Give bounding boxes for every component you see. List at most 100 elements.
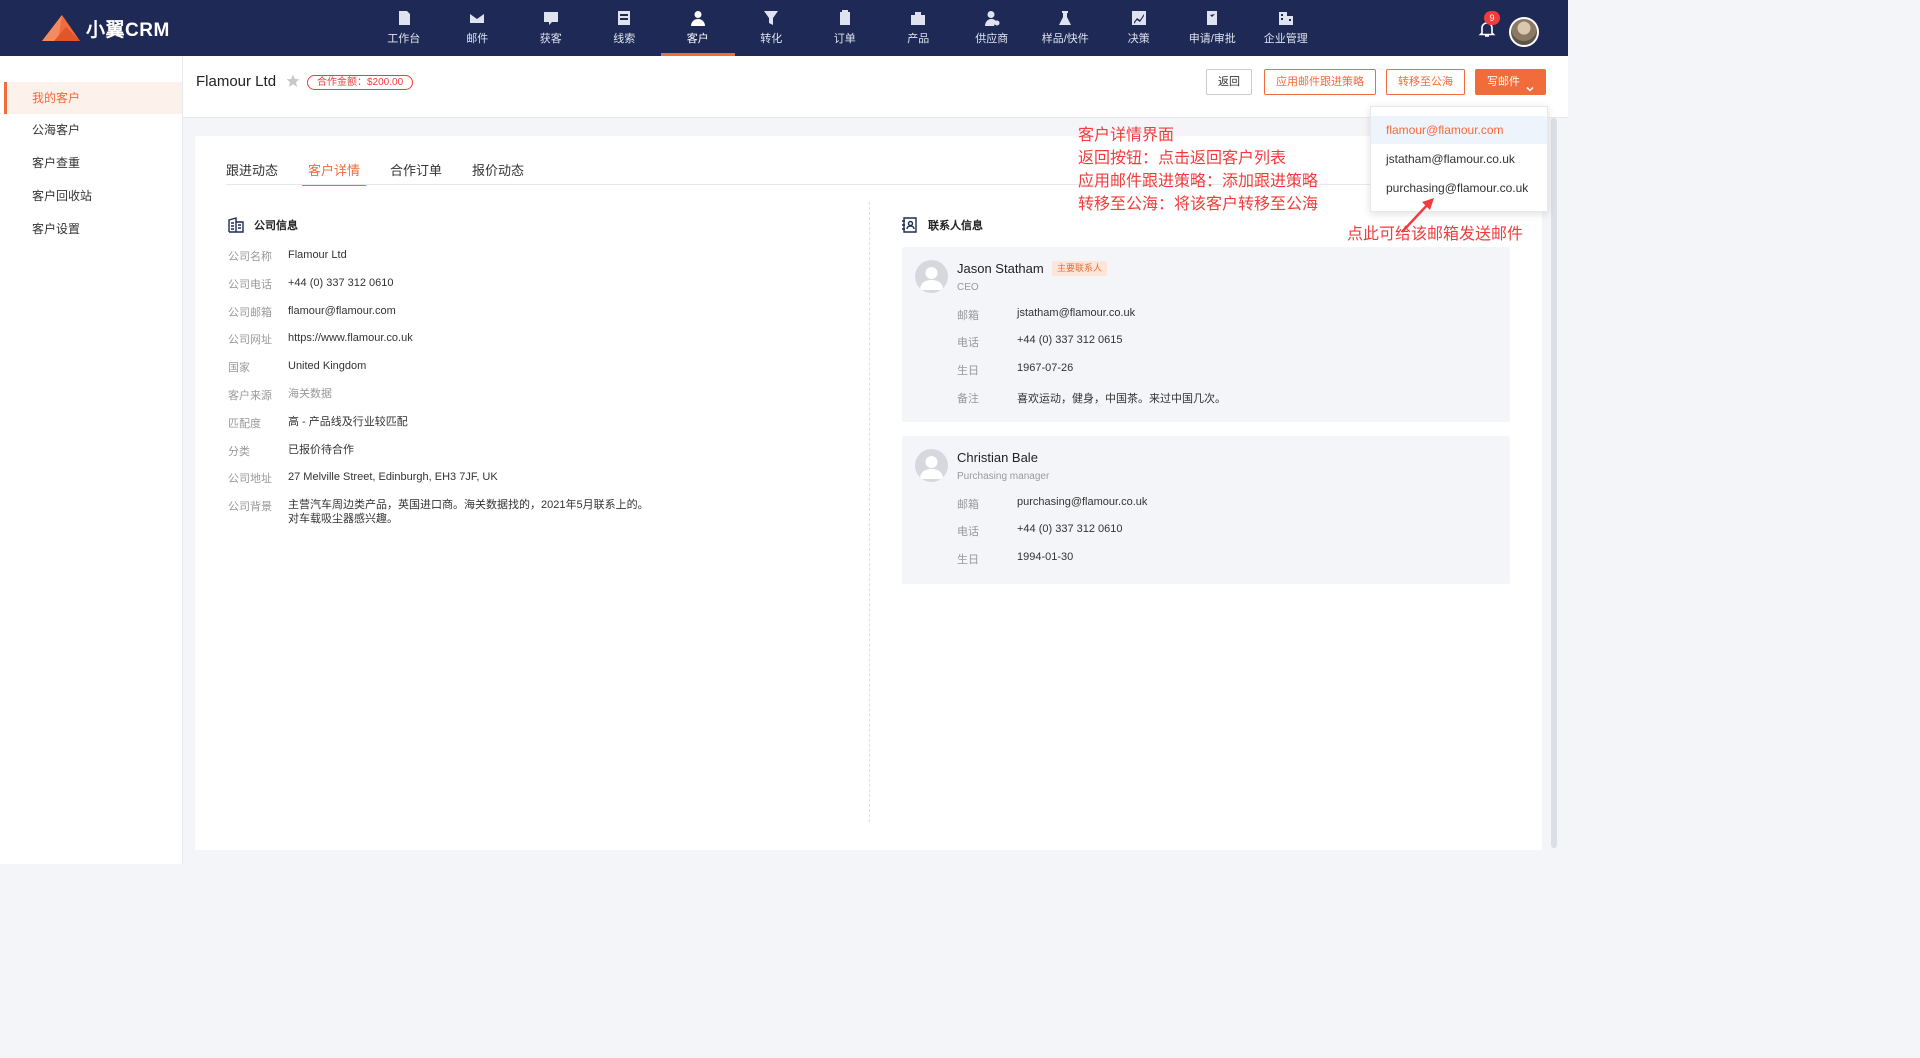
app-name: 小翼CRM <box>86 19 170 41</box>
field-key: 客户来源 <box>228 390 272 402</box>
nav-item-mail[interactable]: 邮件 <box>441 0 515 56</box>
nav-label: 获客 <box>539 33 562 45</box>
back-button[interactable]: 返回 <box>1206 69 1252 95</box>
background-line-1: 主营汽车周边类产品，英国进口商。海关数据找的，2021年5月联系上的。 <box>288 499 649 511</box>
company-field-category: 分类 已报价待合作 <box>228 443 354 459</box>
field-value: 高 - 产品线及行业较匹配 <box>288 416 408 428</box>
dropdown-item-email[interactable]: jstatham@flamour.co.uk <box>1371 145 1547 173</box>
field-value: +44 (0) 337 312 0610 <box>1017 523 1123 535</box>
star-icon[interactable] <box>286 74 300 88</box>
deal-amount-badge: 合作金额：$200.00 <box>307 75 414 90</box>
customer-header: Flamour Ltd 合作金额：$200.00 返回 应用邮件跟进策略 转移至… <box>183 56 1568 118</box>
user-avatar[interactable] <box>1509 17 1539 47</box>
write-mail-button[interactable]: 写邮件 <box>1475 69 1546 95</box>
company-icon <box>1278 10 1294 26</box>
contact-field-email: 邮箱 jstatham@flamour.co.uk <box>957 307 1135 323</box>
company-info-title: 公司信息 <box>227 216 298 234</box>
chevron-down-icon <box>1526 78 1534 92</box>
field-key: 匹配度 <box>228 418 261 430</box>
field-value: United Kingdom <box>288 360 367 372</box>
contact-field-email: 邮箱 purchasing@flamour.co.uk <box>957 496 1147 512</box>
field-key: 备注 <box>957 393 979 405</box>
nav-item-decision[interactable]: 决策 <box>1102 0 1176 56</box>
tab-customer-detail[interactable]: 客户详情 <box>302 160 367 186</box>
product-icon <box>910 10 926 26</box>
company-field-match: 匹配度 高 - 产品线及行业较匹配 <box>228 415 408 431</box>
nav-item-approval[interactable]: 申请/审批 <box>1176 0 1250 56</box>
sidebar-item-my-customers[interactable]: 我的客户 <box>4 82 182 114</box>
write-mail-label: 写邮件 <box>1487 76 1520 88</box>
order-icon <box>837 10 853 26</box>
approval-icon <box>1204 10 1220 26</box>
field-key: 公司背景 <box>228 501 272 513</box>
apply-strategy-button[interactable]: 应用邮件跟进策略 <box>1264 69 1376 95</box>
contact-info-label: 联系人信息 <box>928 220 983 232</box>
tab-divider <box>226 184 1516 185</box>
customer-name: Flamour Ltd <box>196 73 277 90</box>
nav-label: 线索 <box>613 33 636 45</box>
field-value[interactable]: purchasing@flamour.co.uk <box>1017 496 1147 512</box>
field-key: 邮箱 <box>957 499 979 511</box>
main-nav: 工作台 邮件 获客 线索 客户 转化 订单 产品 供应商 样品/快件 决策 申请… <box>367 0 1323 56</box>
field-key: 分类 <box>228 446 250 458</box>
company-field-address: 公司地址 27 Melville Street, Edinburgh, EH3 7… <box>228 470 498 486</box>
sidebar-item-recycle-bin[interactable]: 客户回收站 <box>4 180 182 212</box>
field-value[interactable]: jstatham@flamour.co.uk <box>1017 307 1135 323</box>
dropdown-item-email[interactable]: flamour@flamour.com <box>1371 116 1547 144</box>
avatar <box>915 449 948 482</box>
company-field-phone: 公司电话 +44 (0) 337 312 0610 <box>228 276 394 292</box>
field-key: 公司邮箱 <box>228 307 272 319</box>
nav-item-acquire[interactable]: 获客 <box>514 0 588 56</box>
field-value[interactable]: flamour@flamour.com <box>288 304 396 320</box>
dropdown-annotation: 点此可给该邮箱发送邮件 <box>1347 226 1524 243</box>
nav-label: 供应商 <box>975 33 1009 45</box>
contact-card: Christian Bale Purchasing manager 邮箱 purc… <box>902 436 1510 584</box>
leads-icon <box>616 10 632 26</box>
funnel-icon <box>763 10 779 26</box>
sidebar-item-duplicate-check[interactable]: 客户查重 <box>4 147 182 179</box>
detail-tabs: 跟进动态 客户详情 合作订单 报价动态 <box>226 160 554 186</box>
transfer-to-public-button[interactable]: 转移至公海 <box>1386 69 1465 95</box>
field-value[interactable]: https://www.flamour.co.uk <box>288 331 413 347</box>
nav-item-supplier[interactable]: 供应商 <box>955 0 1029 56</box>
annotation-line: 应用邮件跟进策略：添加跟进策略 <box>1078 173 1319 190</box>
field-value: 喜欢运动，健身，中国茶。来过中国几次。 <box>1017 393 1226 405</box>
sidebar: 我的客户 公海客户 客户查重 客户回收站 客户设置 <box>0 56 183 864</box>
nav-item-dashboard[interactable]: 工作台 <box>367 0 441 56</box>
sidebar-item-settings[interactable]: 客户设置 <box>4 213 182 245</box>
contact-field-phone: 电话 +44 (0) 337 312 0610 <box>957 523 1123 539</box>
top-navbar: 小翼CRM 工作台 邮件 获客 线索 客户 转化 订单 产品 供应商 样品/快件… <box>0 0 1568 56</box>
contact-title: CEO <box>957 282 979 293</box>
nav-item-company[interactable]: 企业管理 <box>1249 0 1323 56</box>
field-key: 公司地址 <box>228 473 272 485</box>
field-value: 主营汽车周边类产品，英国进口商。海关数据找的，2021年5月联系上的。 对车载吸… <box>288 498 649 526</box>
contact-field-birthday: 生日 1967-07-26 <box>957 362 1073 378</box>
contact-field-phone: 电话 +44 (0) 337 312 0615 <box>957 334 1123 350</box>
company-field-name: 公司名称 Flamour Ltd <box>228 248 347 264</box>
nav-label: 产品 <box>907 33 930 45</box>
background-line-2: 对车载吸尘器感兴趣。 <box>288 513 398 525</box>
nav-item-order[interactable]: 订单 <box>808 0 882 56</box>
nav-item-customer[interactable]: 客户 <box>661 0 735 56</box>
annotation-line: 客户详情界面 <box>1078 127 1175 144</box>
nav-label: 企业管理 <box>1263 33 1308 45</box>
scrollbar-thumb[interactable] <box>1551 118 1557 848</box>
app-logo[interactable]: 小翼CRM <box>40 12 170 44</box>
nav-label: 申请/审批 <box>1188 33 1236 45</box>
tab-quotes[interactable]: 报价动态 <box>472 160 524 185</box>
tab-follow-up[interactable]: 跟进动态 <box>226 160 278 185</box>
nav-item-conversion[interactable]: 转化 <box>735 0 809 56</box>
annotation-line: 转移至公海：将该客户转移至公海 <box>1078 196 1319 213</box>
annotation-text: 客户详情界面 返回按钮：点击返回客户列表 应用邮件跟进策略：添加跟进策略 转移至… <box>1078 124 1318 216</box>
nav-item-sample[interactable]: 样品/快件 <box>1029 0 1103 56</box>
nav-item-leads[interactable]: 线索 <box>588 0 662 56</box>
tab-orders[interactable]: 合作订单 <box>390 160 442 185</box>
field-value: 海关数据 <box>288 388 332 400</box>
field-value: 已报价待合作 <box>288 444 354 456</box>
sidebar-item-public-customers[interactable]: 公海客户 <box>4 114 182 146</box>
field-value: 1994-01-30 <box>1017 551 1074 563</box>
contact-book-icon <box>901 216 919 234</box>
chart-icon <box>1131 10 1147 26</box>
nav-item-product[interactable]: 产品 <box>882 0 956 56</box>
acquire-icon <box>543 10 559 26</box>
